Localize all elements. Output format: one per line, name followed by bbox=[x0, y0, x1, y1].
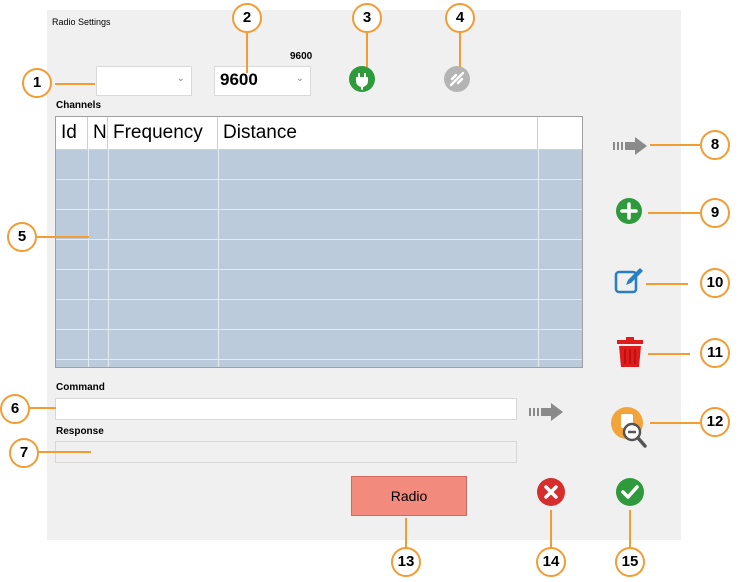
grid-row-line bbox=[56, 299, 582, 300]
callout-11: 11 bbox=[700, 338, 730, 368]
callout-line bbox=[55, 83, 95, 85]
callout-14: 14 bbox=[536, 547, 566, 577]
callout-line bbox=[37, 236, 89, 238]
callout-line bbox=[650, 144, 700, 146]
arrow-right-icon bbox=[613, 137, 647, 155]
add-channel-button[interactable] bbox=[616, 198, 642, 224]
zoom-out-icon bbox=[611, 407, 647, 448]
grid-row-line bbox=[56, 179, 582, 180]
callout-15: 15 bbox=[615, 547, 645, 577]
grid-divider bbox=[88, 149, 89, 367]
callout-line bbox=[39, 451, 91, 453]
grid-divider bbox=[218, 149, 219, 367]
arrow-right-icon bbox=[529, 403, 563, 421]
callout-13: 13 bbox=[391, 547, 421, 577]
send-row-button[interactable] bbox=[613, 136, 649, 156]
chevron-down-icon: ⌄ bbox=[295, 73, 304, 84]
callout-6: 6 bbox=[0, 394, 30, 424]
callout-line bbox=[650, 422, 700, 424]
callout-line bbox=[646, 283, 688, 285]
callout-line bbox=[459, 31, 461, 67]
callout-7: 7 bbox=[9, 438, 39, 468]
response-field bbox=[55, 441, 517, 463]
plug-icon bbox=[356, 73, 368, 90]
plus-circle-icon bbox=[620, 202, 638, 220]
grid-header: Id N Frequency Distance bbox=[56, 117, 582, 150]
column-header-distance[interactable]: Distance bbox=[218, 117, 538, 149]
delete-channel-button[interactable] bbox=[615, 336, 645, 368]
ok-button[interactable] bbox=[616, 478, 644, 506]
trash-icon bbox=[617, 337, 643, 367]
cancel-button[interactable] bbox=[537, 478, 565, 506]
column-header-id[interactable]: Id bbox=[56, 117, 88, 149]
callout-3: 3 bbox=[352, 3, 382, 33]
channels-label: Channels bbox=[56, 100, 102, 111]
grid-divider bbox=[108, 149, 109, 367]
callout-4: 4 bbox=[445, 3, 475, 33]
callout-10: 10 bbox=[700, 268, 730, 298]
command-label: Command bbox=[56, 382, 105, 393]
grid-row-line bbox=[56, 209, 582, 210]
callout-9: 9 bbox=[700, 198, 730, 228]
column-header-frequency[interactable]: Frequency bbox=[108, 117, 218, 149]
callout-1: 1 bbox=[22, 68, 52, 98]
connect-button[interactable] bbox=[349, 66, 375, 92]
baud-value: 9600 bbox=[220, 70, 258, 89]
callout-line bbox=[629, 510, 631, 548]
check-icon bbox=[621, 485, 639, 499]
baud-caption: 9600 bbox=[290, 51, 313, 62]
search-button[interactable] bbox=[610, 406, 650, 448]
callout-line bbox=[246, 31, 248, 73]
send-command-button[interactable] bbox=[529, 402, 565, 422]
radio-settings-window: Radio Settings ⌄ 9600 9600 ⌄ Channels Id… bbox=[47, 10, 681, 540]
callout-line bbox=[366, 31, 368, 67]
callout-2: 2 bbox=[232, 3, 262, 33]
grid-divider bbox=[538, 149, 539, 367]
baud-combobox[interactable]: 9600 ⌄ bbox=[214, 66, 311, 96]
callout-line bbox=[405, 518, 407, 550]
callout-line bbox=[648, 212, 700, 214]
unplug-icon bbox=[449, 71, 465, 87]
response-label: Response bbox=[56, 426, 104, 437]
column-header-extra[interactable] bbox=[538, 117, 582, 149]
port-combobox[interactable]: ⌄ bbox=[96, 66, 192, 96]
chevron-down-icon: ⌄ bbox=[176, 73, 185, 84]
radio-button[interactable]: Radio bbox=[351, 476, 467, 516]
column-header-name[interactable]: N bbox=[88, 117, 108, 149]
command-input[interactable] bbox=[55, 398, 517, 420]
callout-5: 5 bbox=[7, 222, 37, 252]
grid-row-line bbox=[56, 359, 582, 360]
callout-line bbox=[648, 353, 690, 355]
cancel-icon bbox=[544, 485, 558, 499]
grid-row-line bbox=[56, 329, 582, 330]
edit-channel-button[interactable] bbox=[614, 266, 646, 296]
disconnect-button[interactable] bbox=[444, 66, 470, 92]
channels-grid[interactable]: Id N Frequency Distance bbox=[55, 116, 583, 368]
callout-line bbox=[550, 510, 552, 548]
callout-12: 12 bbox=[700, 407, 730, 437]
grid-row-line bbox=[56, 239, 582, 240]
edit-icon bbox=[614, 268, 643, 294]
window-title: Radio Settings bbox=[52, 17, 111, 27]
grid-row-line bbox=[56, 269, 582, 270]
callout-8: 8 bbox=[700, 130, 730, 160]
